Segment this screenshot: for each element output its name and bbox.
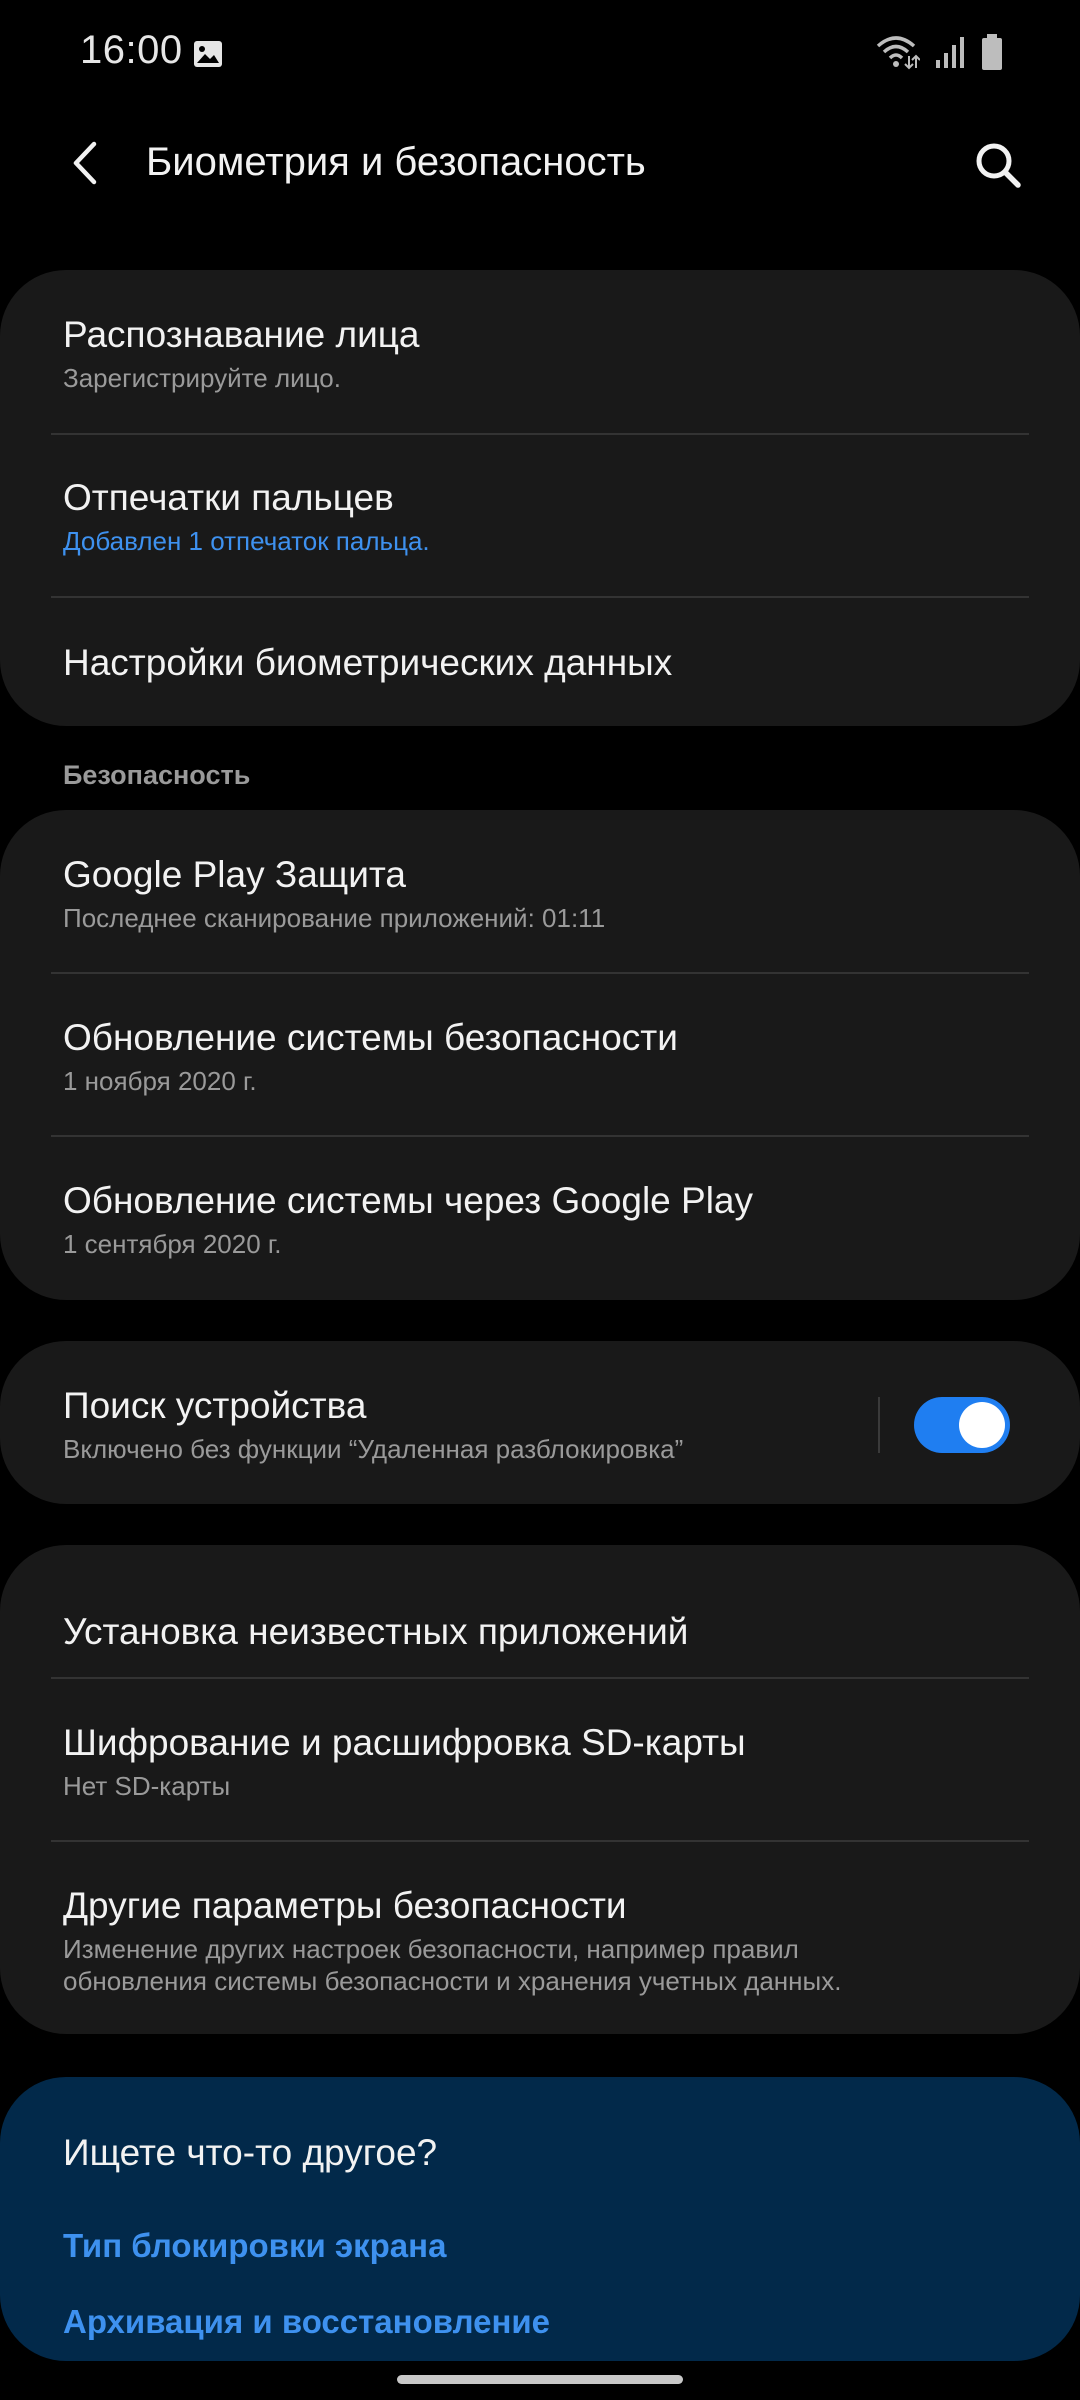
backup-restore-link[interactable]: Архивация и восстановление: [63, 2303, 550, 2341]
fingerprints-subtitle: Добавлен 1 отпечаток пальца.: [63, 526, 430, 556]
back-arrow-icon: [66, 138, 106, 193]
wifi-icon: [876, 34, 921, 75]
biometric-settings-item[interactable]: Настройки биометрических данных: [0, 640, 1080, 686]
security-update-subtitle: 1 ноября 2020 г.: [63, 1066, 257, 1096]
divider: [51, 972, 1029, 974]
other-security-settings-title: Другие параметры безопасности: [63, 1885, 627, 1926]
divider: [51, 433, 1029, 435]
google-play-protect-title: Google Play Защита: [63, 854, 406, 895]
fingerprints-item[interactable]: Отпечатки пальцев Добавлен 1 отпечаток п…: [0, 475, 1080, 557]
fingerprints-title: Отпечатки пальцев: [63, 477, 394, 518]
find-device-subtitle: Включено без функции “Удаленная разблоки…: [63, 1434, 684, 1464]
google-play-protect-subtitle: Последнее сканирование приложений: 01:11: [63, 903, 606, 933]
google-play-system-update-title: Обновление системы через Google Play: [63, 1180, 754, 1221]
status-time: 16:00: [80, 28, 183, 72]
battery-icon: [980, 33, 1004, 76]
security-update-item[interactable]: Обновление системы безопасности 1 ноября…: [0, 1015, 1080, 1097]
security-section-header: Безопасность: [63, 760, 251, 790]
app-bar: Биометрия и безопасность: [0, 110, 1080, 220]
google-play-system-update-subtitle: 1 сентября 2020 г.: [63, 1229, 282, 1259]
other-security-settings-subtitle-line1: Изменение других настроек безопасности, …: [63, 1934, 799, 1964]
sd-encryption-item[interactable]: Шифрование и расшифровка SD-карты Нет SD…: [0, 1720, 1080, 1802]
sd-encryption-subtitle: Нет SD-карты: [63, 1771, 231, 1801]
find-device-title: Поиск устройства: [63, 1385, 367, 1426]
google-play-system-update-item[interactable]: Обновление системы через Google Play 1 с…: [0, 1178, 1080, 1260]
signal-icon: [934, 34, 966, 75]
status-bar: 16:00: [0, 0, 1080, 110]
security-update-title: Обновление системы безопасности: [63, 1017, 678, 1058]
suggestions-title: Ищете что-то другое?: [63, 2132, 438, 2173]
biometric-settings-title: Настройки биометрических данных: [63, 642, 673, 683]
gallery-icon: [192, 38, 224, 70]
other-security-settings-subtitle-line2: обновления системы безопасности и хранен…: [63, 1966, 842, 1996]
back-button[interactable]: [56, 135, 116, 195]
google-play-protect-item[interactable]: Google Play Защита Последнее сканировани…: [0, 852, 1080, 934]
toggle-divider: [878, 1397, 880, 1453]
unknown-apps-item[interactable]: Установка неизвестных приложений: [0, 1609, 1080, 1655]
status-icons: [876, 33, 1004, 76]
screen-lock-type-link[interactable]: Тип блокировки экрана: [63, 2227, 446, 2265]
face-recognition-subtitle: Зарегистрируйте лицо.: [63, 363, 341, 393]
other-security-card: Установка неизвестных приложений Шифрова…: [0, 1545, 1080, 2034]
toggle-knob: [959, 1402, 1005, 1448]
search-button[interactable]: [966, 135, 1030, 199]
navigation-handle[interactable]: [397, 2375, 683, 2384]
security-card: Google Play Защита Последнее сканировани…: [0, 810, 1080, 1300]
page-title: Биометрия и безопасность: [146, 140, 646, 184]
face-recognition-title: Распознавание лица: [63, 314, 420, 355]
unknown-apps-title: Установка неизвестных приложений: [63, 1611, 689, 1652]
divider: [51, 1135, 1029, 1137]
divider: [51, 1840, 1029, 1842]
suggestions-card: Ищете что-то другое? Тип блокировки экра…: [0, 2077, 1080, 2361]
other-security-settings-item[interactable]: Другие параметры безопасности Изменение …: [0, 1883, 1080, 1997]
biometrics-card: Распознавание лица Зарегистрируйте лицо.…: [0, 270, 1080, 726]
divider: [51, 596, 1029, 598]
search-icon: [972, 139, 1024, 196]
sd-encryption-title: Шифрование и расшифровка SD-карты: [63, 1722, 746, 1763]
find-device-toggle[interactable]: [914, 1397, 1010, 1453]
divider: [51, 1677, 1029, 1679]
find-device-card: Поиск устройства Включено без функции “У…: [0, 1341, 1080, 1504]
face-recognition-item[interactable]: Распознавание лица Зарегистрируйте лицо.: [0, 312, 1080, 394]
